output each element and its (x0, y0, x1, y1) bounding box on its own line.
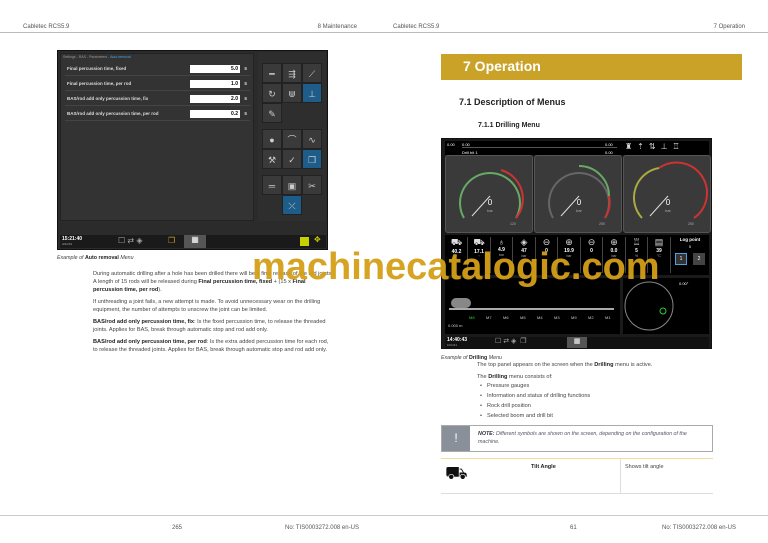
position-marker: M4 (537, 315, 543, 320)
param-input[interactable]: 2.0 (190, 95, 240, 103)
log-point-label: Log point (679, 237, 701, 242)
crosshair-icon[interactable]: ✥ (314, 235, 321, 244)
auto-removal-icon[interactable]: ⊥ (302, 83, 322, 103)
divider (0, 515, 384, 516)
divider (384, 515, 768, 516)
param-row: Final percussion time, fixed 5.0 s (65, 62, 250, 76)
page-number: 61 (570, 525, 577, 531)
breadcrumb-active: Auto removal (110, 55, 131, 59)
page-number: 265 (172, 525, 183, 531)
body-text: The top panel appears on the screen when… (477, 361, 717, 420)
param-row: BAS/rod add only percussion time, fix 2.0… (65, 92, 250, 106)
note-text: NOTE: Different symbols are shown on the… (478, 431, 687, 445)
position-marker: M2 (588, 315, 594, 320)
log-point-1-button[interactable]: 1 (675, 253, 687, 265)
list-item: Pressure gauges (477, 382, 717, 390)
pressure-gauge: 0 bar 250 (623, 155, 711, 233)
status-icons: ♜⇡⇅⊥♖ (625, 142, 685, 151)
log-point-2-button[interactable]: 2 (693, 253, 705, 265)
date: 10/1/21 (447, 343, 458, 347)
subsection-title: 7.1.1 Drilling Menu (478, 122, 540, 129)
auto-removal-screenshot: Settings - RAS - Parameters - Auto remov… (57, 50, 328, 250)
drill-icon[interactable]: ⇶ (282, 63, 302, 83)
edit-icon[interactable]: ✎ (262, 103, 282, 123)
param-input[interactable]: 1.0 (190, 80, 240, 88)
position-marker: M9 (571, 315, 577, 320)
header-doc-title: Cabletec RCS5.9 (23, 24, 70, 30)
bit-icon[interactable]: ● (262, 129, 282, 149)
header-chapter: 7 Operation (713, 24, 745, 30)
exclamation-icon: ! (442, 426, 470, 451)
wrench-icon[interactable]: ✓ (282, 149, 302, 169)
toolbar-icons[interactable]: ☐ ⇄ ◈ ❐ (495, 337, 527, 345)
signal-icon[interactable]: ∿ (302, 129, 322, 149)
breadcrumb: Settings - RAS - Parameters - (63, 55, 111, 59)
chapter-banner: 7 Operation (441, 54, 742, 80)
feed-progress-bar (462, 147, 617, 148)
divider (384, 32, 768, 33)
tool-icon[interactable]: ⚒ (262, 149, 282, 169)
position-marker: M8 (469, 315, 475, 320)
list-item: Information and status of drilling funct… (477, 392, 717, 400)
menu-grid-icon[interactable]: ▦ (567, 337, 587, 348)
rock-drill-icon (451, 298, 471, 308)
cube-icon[interactable]: ▣ (282, 175, 302, 195)
tilt-angle-icon: ⛟ (445, 463, 468, 483)
doc-number: No: TIS0003272.008 en-US (662, 525, 736, 531)
note-box: ! NOTE: Different symbols are shown on t… (441, 425, 713, 452)
boom-select-icon[interactable]: ❐ (168, 236, 175, 245)
chapter-title: 7 Operation (463, 58, 541, 74)
unthread-icon[interactable]: ⤫ (282, 195, 302, 215)
position-marker: M6 (503, 315, 509, 320)
param-row: BAS/rod add only percussion time, per ro… (65, 107, 250, 121)
header-doc-title: Cabletec RCS5.9 (393, 24, 440, 30)
pressure-gauge: 0 bar 250 (534, 155, 622, 233)
watermark: machinecatalogic.com (252, 246, 660, 288)
list-item: Rock drill position (477, 402, 717, 410)
pressure-gauge: 0 bar 120 (445, 155, 533, 233)
tilt-angle: 0.00° (679, 281, 689, 286)
list-item: Selected boom and drill bit (477, 412, 717, 420)
section-title: 7.1 Description of Menus (459, 97, 566, 107)
symbol-table: ⛟ Tilt Angle Shows tilt angle (441, 458, 713, 494)
rod-icon[interactable]: ━ (262, 63, 282, 83)
param-input[interactable]: 5.0 (190, 65, 240, 73)
layers-icon[interactable]: ❐ (302, 149, 322, 169)
divider (0, 32, 384, 33)
doc-number: No: TIS0003272.008 en-US (285, 525, 359, 531)
position-marker: M3 (554, 315, 560, 320)
header-chapter: 8 Maintenance (317, 24, 357, 30)
grid-status-icon[interactable] (300, 237, 309, 246)
boom-icon[interactable]: ⟋ (302, 63, 322, 83)
drilling-screenshot: 0.00 0.00 0.00 Drill bit 1 0.00 ♜⇡⇅⊥♖ 0b… (441, 138, 712, 349)
position-marker: M5 (520, 315, 526, 320)
feed-icon[interactable]: ⌒ (282, 129, 302, 149)
param-input[interactable]: 0.2 (190, 110, 240, 118)
position-marker: M1 (605, 315, 611, 320)
toolbar-icons[interactable]: ☐ ⇄ ◈ (118, 236, 142, 245)
rotate-icon[interactable]: ↻ (262, 83, 282, 103)
spray-icon[interactable]: ⋓ (282, 83, 302, 103)
menu-grid-icon[interactable]: ▦ (184, 235, 206, 248)
wrench-icon[interactable]: ✂ (302, 175, 322, 195)
hose-icon[interactable]: ═ (262, 175, 282, 195)
figure-caption: Example of Auto removal Menu (57, 255, 134, 261)
position-marker: M7 (486, 315, 492, 320)
date: 3/22/19 (62, 242, 73, 246)
symbol-name: Tilt Angle (531, 464, 556, 470)
param-row: Final percussion time, per rod 1.0 s (65, 77, 250, 91)
symbol-description: Shows tilt angle (625, 464, 664, 470)
